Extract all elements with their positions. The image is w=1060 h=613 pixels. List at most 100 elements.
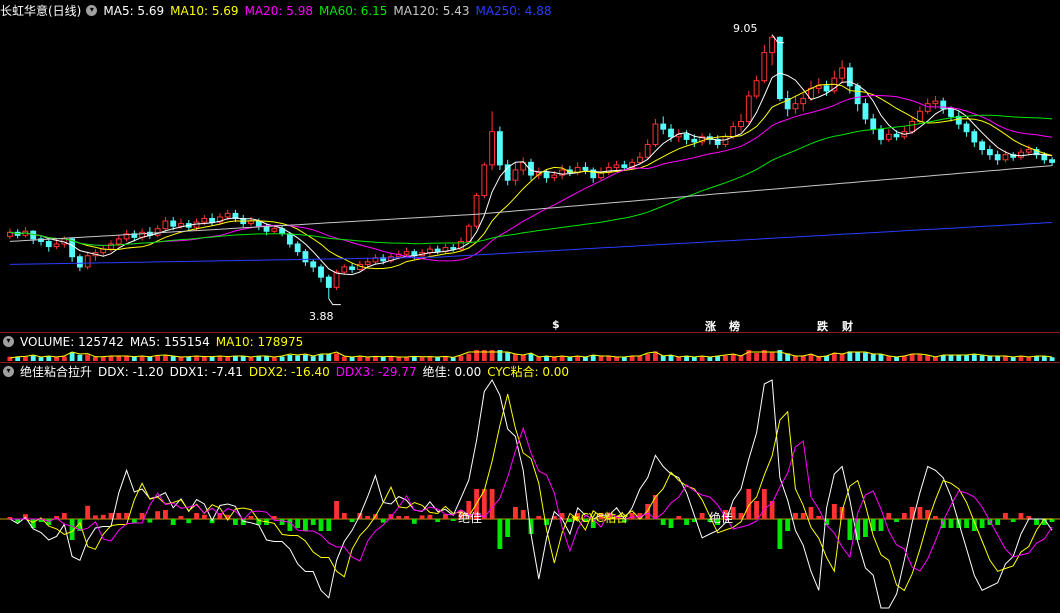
candle-up xyxy=(909,121,916,133)
ddx-bar-down xyxy=(450,519,456,521)
ddx-bar-down xyxy=(170,519,176,525)
ddx-bar-down xyxy=(878,519,884,531)
candle-down xyxy=(209,217,216,223)
volume-bar xyxy=(520,355,526,361)
ddx-bar-up xyxy=(901,513,907,519)
ddx-bar-down xyxy=(349,519,355,522)
volume-bar xyxy=(341,356,347,361)
candle-down xyxy=(948,108,954,117)
volume-bar xyxy=(38,357,44,361)
candle-up xyxy=(248,220,254,225)
ddx-bar-up xyxy=(194,513,199,519)
volume-bar xyxy=(551,357,557,361)
volume-bar xyxy=(194,356,199,361)
volume-bar xyxy=(139,356,145,361)
candle-down xyxy=(878,128,884,140)
ddx-bar-up xyxy=(61,513,67,519)
volume-bar xyxy=(466,353,472,361)
volume-bar xyxy=(505,352,511,361)
candle-down xyxy=(1049,159,1056,163)
ddx-bar-up xyxy=(816,516,822,519)
ddx-bar-up xyxy=(676,516,682,519)
volume-bar xyxy=(163,355,168,361)
volume-bar xyxy=(948,355,954,361)
ddx-bar-up xyxy=(248,516,254,519)
volume-bar xyxy=(1041,356,1047,361)
candle-down xyxy=(986,149,993,156)
ddx-bar-down xyxy=(894,519,899,522)
volume-bar xyxy=(964,355,969,361)
volume-bar xyxy=(373,356,378,361)
ddx-bar-up xyxy=(334,501,339,519)
volume-bar xyxy=(334,353,339,361)
volume-bar xyxy=(69,352,75,361)
volume-bar xyxy=(85,354,91,361)
volume-bar xyxy=(108,356,114,361)
volume-bar xyxy=(240,356,246,361)
volume-bar xyxy=(940,355,946,361)
candle-down xyxy=(543,172,550,179)
volume-bar xyxy=(855,351,861,361)
ddx-bar-up xyxy=(808,507,814,519)
candle-up xyxy=(738,121,744,128)
volume-bar xyxy=(54,357,59,361)
ddx-bar-down xyxy=(684,519,689,525)
ddx-bar-down xyxy=(186,519,192,524)
candle-up xyxy=(481,164,488,197)
volume-bar xyxy=(116,356,122,361)
ddx-bar-down xyxy=(303,519,308,531)
ddx-bar-up xyxy=(917,507,923,519)
candle-up xyxy=(178,223,184,227)
ddx-bar-up xyxy=(536,516,542,519)
candle-down xyxy=(683,133,690,140)
volume-bar xyxy=(93,356,98,361)
volume-bar xyxy=(831,353,837,361)
volume-bar xyxy=(458,355,464,361)
candle-up xyxy=(271,228,278,232)
candle-up xyxy=(761,52,768,82)
ddx-bar-down xyxy=(497,519,503,549)
ddx-bar-up xyxy=(100,514,106,519)
volume-bar xyxy=(1003,356,1008,361)
volume-bar xyxy=(303,354,308,361)
volume-bar xyxy=(878,354,884,361)
candle-down xyxy=(496,131,503,166)
volume-bar xyxy=(956,355,962,361)
volume-bar xyxy=(326,353,332,361)
candle-up xyxy=(1025,149,1032,153)
ddx-bar-up xyxy=(93,515,98,519)
ddx-bar-down xyxy=(1010,519,1016,522)
ddx-bar-down xyxy=(435,519,441,522)
volume-bar xyxy=(396,357,402,361)
volume-bar xyxy=(318,354,324,361)
volume-bar xyxy=(544,356,549,361)
ddx-bar-down xyxy=(411,519,417,524)
volume-bar xyxy=(15,357,21,361)
ddx-bar-up xyxy=(800,513,806,519)
candle-down xyxy=(325,276,332,288)
volume-bar xyxy=(637,356,643,361)
candle-down xyxy=(862,103,869,120)
volume-bar xyxy=(124,356,129,361)
candle-down xyxy=(621,164,628,168)
volume-bar xyxy=(590,355,596,361)
volume-bar xyxy=(77,354,83,361)
candle-down xyxy=(823,85,830,92)
ddx-bar-up xyxy=(178,516,184,519)
volume-bar xyxy=(287,355,293,361)
candle-down xyxy=(854,85,861,105)
candle-down xyxy=(846,67,853,87)
ddx-bar-up xyxy=(653,495,658,519)
kline-chart[interactable] xyxy=(0,0,1060,613)
ddx-bar-up xyxy=(427,514,433,519)
ddx-bar-up xyxy=(85,505,91,519)
volume-bar xyxy=(380,356,386,361)
volume-bar xyxy=(147,356,153,361)
volume-bar xyxy=(427,356,433,361)
ddx-bar-down xyxy=(777,519,783,549)
volume-bar xyxy=(1026,357,1032,361)
candle-down xyxy=(979,141,986,151)
candle-down xyxy=(691,138,698,143)
volume-bar xyxy=(388,356,394,361)
candle-down xyxy=(302,251,309,263)
